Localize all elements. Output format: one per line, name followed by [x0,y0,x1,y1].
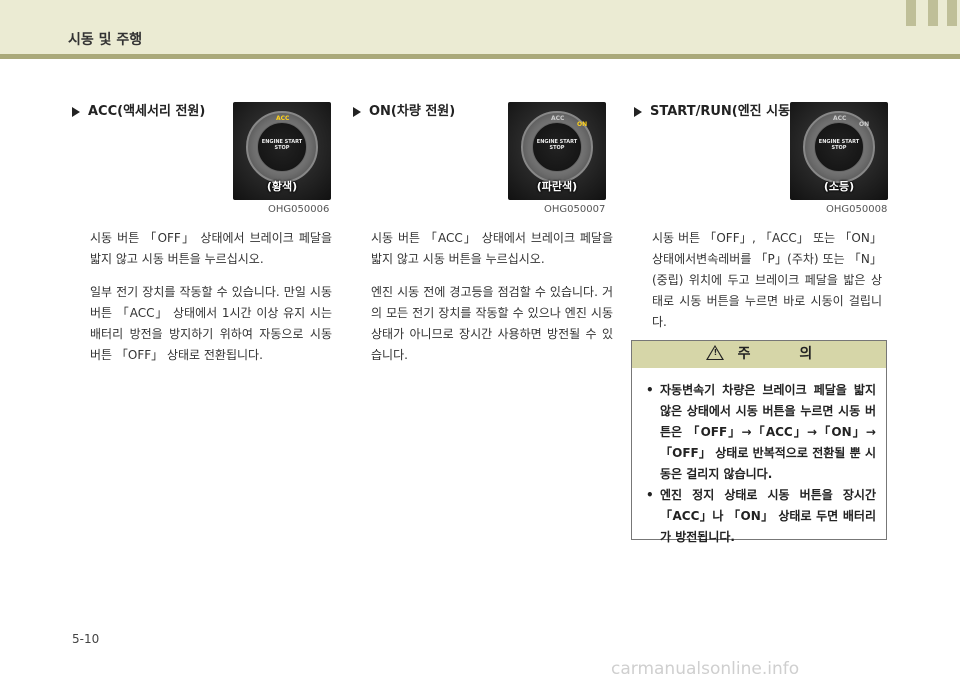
button-ring: ACC ON ENGINE START STOP [803,111,875,183]
section-body: 시동 버튼 「ACC」 상태에서 브레이크 페달을 밟지 않고 시동 버튼을 누… [371,228,613,366]
page-header: 시동 및 주행 [0,0,960,59]
ring-label-acc: ACC [833,115,847,122]
caution-item: 엔진 정지 상태로 시동 버튼을 장시간 「ACC」나 「ON」 상태로 두면 … [642,485,876,548]
photo-caption: (황색) [266,180,298,193]
section-acc: ACC(액세서리 전원) ACC ENGINE START STOP (황색) … [72,100,334,362]
page-number: 5-10 [72,632,100,646]
photo-caption: (파란색) [536,180,578,193]
caution-title: 주 의 [737,346,835,362]
start-button-photo: ACC ON ENGINE START STOP (파란색) [508,102,606,200]
caution-header: ! 주 의 [632,341,886,368]
section-on: ON(차량 전원) ACC ON ENGINE START STOP (파란색)… [353,100,615,362]
chapter-title: 시동 및 주행 [68,32,143,48]
figure-code: OHG050008 [826,204,888,215]
header-rule [0,54,960,59]
button-ring: ACC ON ENGINE START STOP [521,111,593,183]
figure-code: OHG050007 [544,204,606,215]
photo-caption: (소등) [823,180,855,193]
triangle-bullet-icon [72,106,80,117]
engine-start-stop-button: ENGINE START STOP [532,122,582,172]
paragraph: 시동 버튼 「ACC」 상태에서 브레이크 페달을 밟지 않고 시동 버튼을 누… [371,231,613,266]
triangle-bullet-icon [353,106,361,117]
paragraph: 엔진 시동 전에 경고등을 점검할 수 있습니다. 거의 모든 전기 장치를 작… [371,285,613,362]
caution-box: ! 주 의 자동변속기 차량은 브레이크 페달을 밟지 않은 상태에서 시동 버튼… [631,340,887,544]
header-decoration [906,0,916,26]
ring-label-on: ON [577,121,588,128]
caution-body: 자동변속기 차량은 브레이크 페달을 밟지 않은 상태에서 시동 버튼을 누르면… [632,368,886,548]
section-start-run: START/RUN(엔진 시동) ACC ON ENGINE START STO… [634,100,896,329]
ring-label-acc: ACC [551,115,565,122]
start-button-photo: ACC ON ENGINE START STOP (소등) [790,102,888,200]
button-ring: ACC ENGINE START STOP [246,111,318,183]
section-heading-text: ON(차량 전원) [369,104,456,119]
caution-item: 자동변속기 차량은 브레이크 페달을 밟지 않은 상태에서 시동 버튼을 누르면… [642,380,876,485]
paragraph: 시동 버튼 「OFF」, 「ACC」 또는 「ON」 상태에서변속레버를 「P」… [652,231,882,329]
ring-label-on: ON [859,121,870,128]
triangle-bullet-icon [634,106,642,117]
watermark: carmanualsonline.info [611,659,800,679]
paragraph: 시동 버튼 「OFF」 상태에서 브레이크 페달을 밟지 않고 시동 버튼을 누… [90,231,332,266]
header-decoration [947,0,957,26]
start-button-photo: ACC ENGINE START STOP (황색) [233,102,331,200]
ring-label-acc: ACC [276,115,290,122]
engine-start-stop-button: ENGINE START STOP [257,122,307,172]
section-heading-text: ACC(액세서리 전원) [88,104,206,119]
section-heading-text: START/RUN(엔진 시동) [650,104,797,119]
warning-triangle-icon: ! [705,345,724,360]
header-decoration [928,0,938,26]
paragraph: 일부 전기 장치를 작동할 수 있습니다. 만일 시동 버튼 「ACC」 상태에… [90,285,332,362]
section-body: 시동 버튼 「OFF」 상태에서 브레이크 페달을 밟지 않고 시동 버튼을 누… [90,228,332,366]
engine-start-stop-button: ENGINE START STOP [814,122,864,172]
section-body: 시동 버튼 「OFF」, 「ACC」 또는 「ON」 상태에서변속레버를 「P」… [652,228,882,333]
figure-code: OHG050006 [268,204,330,215]
